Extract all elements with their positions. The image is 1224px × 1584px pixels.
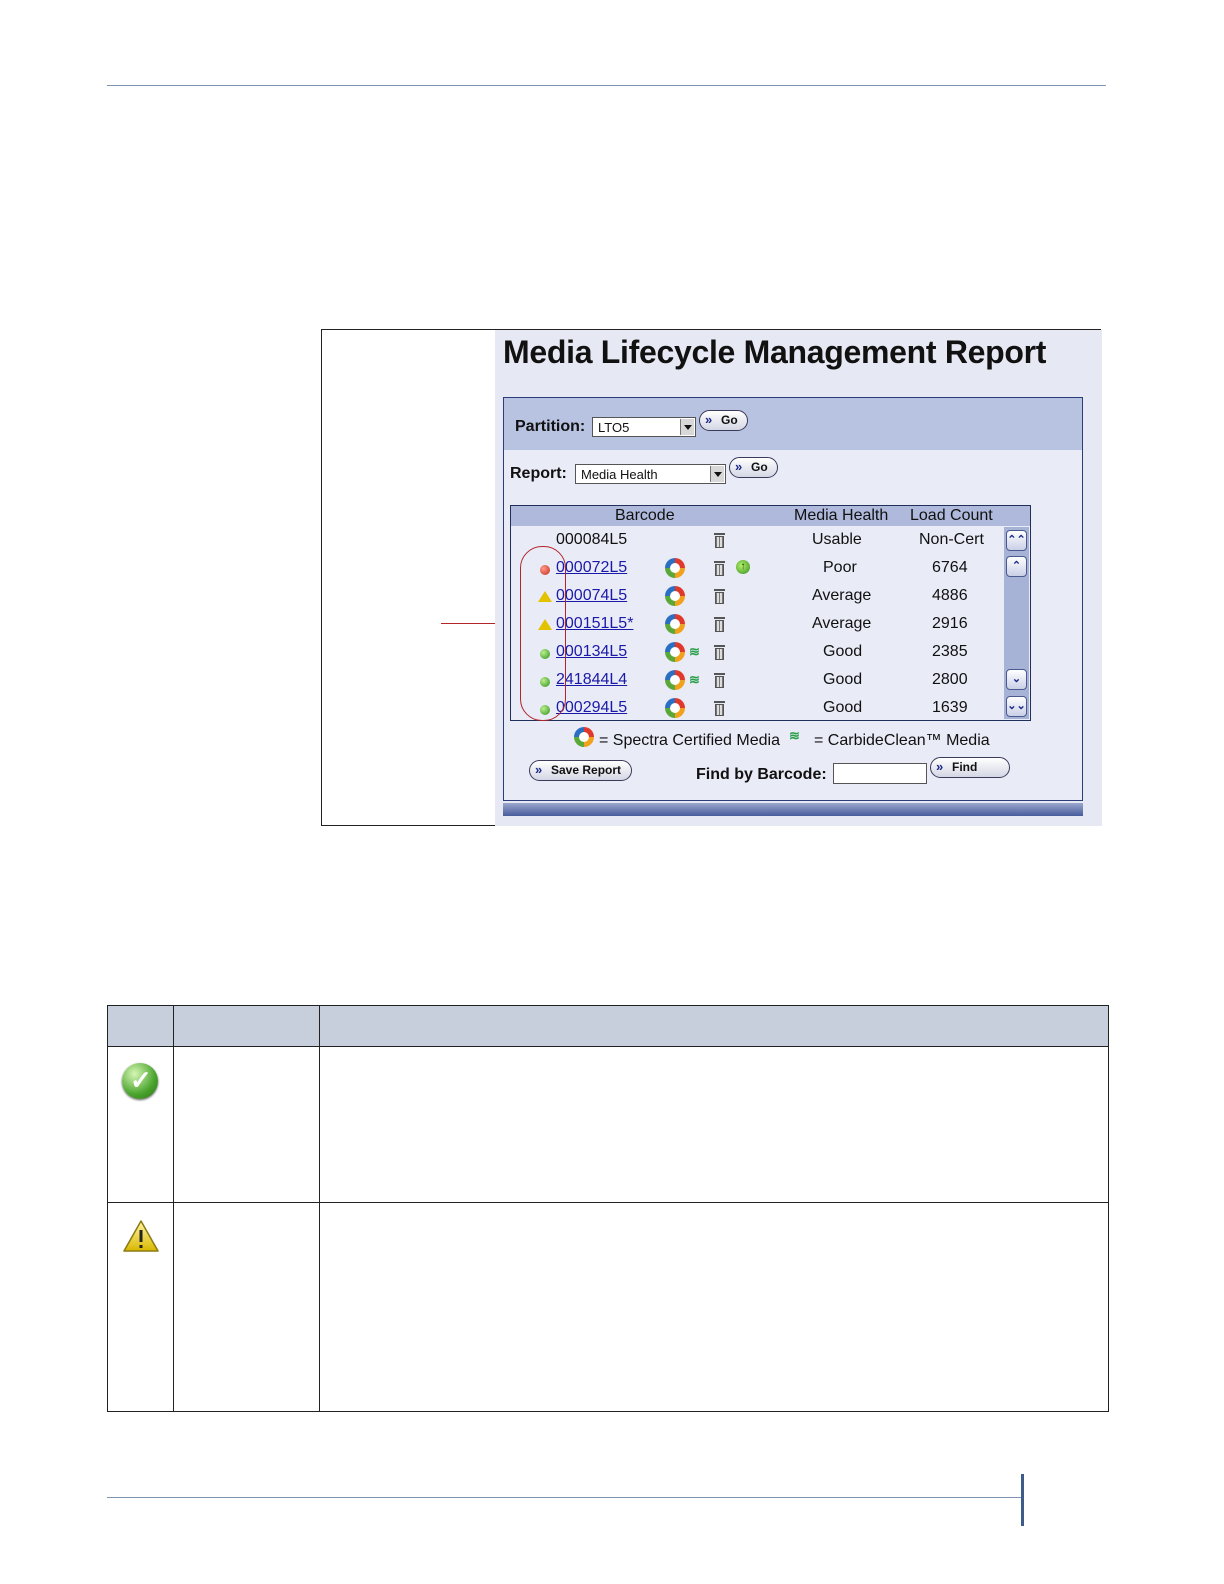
status-icon-table	[107, 1005, 1109, 1412]
trash-icon[interactable]	[714, 561, 725, 576]
scroll-top-button[interactable]: ⌃⌃	[1006, 530, 1027, 551]
status-highlight-oval	[520, 546, 566, 721]
check-icon: ✓	[122, 1063, 158, 1099]
partition-value: LTO5	[598, 420, 630, 435]
double-chevron-icon: »	[735, 459, 743, 474]
media-health-cell: Average	[812, 615, 872, 632]
partition-select[interactable]: LTO5	[592, 417, 696, 437]
barcode-cell[interactable]: 000134L5	[556, 643, 627, 661]
certified-media-icon	[665, 642, 685, 662]
scroll-up-button[interactable]: ⌃	[1006, 556, 1027, 577]
trash-icon[interactable]	[714, 617, 725, 632]
load-count-cell: 2800	[932, 671, 968, 688]
barcode-cell: 000084L5	[556, 531, 628, 548]
scroll-bottom-button[interactable]: ⌄⌄	[1006, 696, 1027, 717]
carbideclean-icon: ≋	[789, 728, 800, 743]
trash-icon[interactable]	[714, 645, 725, 660]
dropdown-arrow-icon	[710, 466, 724, 482]
scroll-down-button[interactable]: ⌄	[1006, 669, 1027, 690]
header-rule	[107, 85, 1106, 86]
double-chevron-icon: »	[936, 759, 944, 774]
certified-media-icon	[665, 614, 685, 634]
media-health-cell: Good	[823, 699, 863, 716]
load-count-cell: 2385	[932, 643, 968, 660]
find-label: Find	[952, 760, 978, 774]
carbideclean-icon: ≋	[689, 644, 700, 659]
footer-rule	[107, 1497, 1021, 1498]
media-health-cell: Good	[823, 671, 863, 688]
barcode-search-input[interactable]	[833, 763, 927, 784]
trash-icon[interactable]	[714, 589, 725, 604]
status-table-header	[108, 1006, 1108, 1047]
find-by-barcode-label: Find by Barcode:	[696, 766, 827, 783]
footer-rule-tick	[1021, 1474, 1024, 1526]
barcode-cell[interactable]: 241844L4	[556, 671, 627, 689]
arrow-up-icon[interactable]: ↑	[736, 560, 750, 574]
legend-carbide: = CarbideClean™ Media	[814, 732, 990, 749]
table-row-divider	[108, 1202, 1108, 1203]
report-footer-bar	[503, 803, 1083, 816]
double-chevron-icon: »	[705, 412, 713, 427]
carbideclean-icon: ≋	[689, 672, 700, 687]
trash-icon[interactable]	[714, 533, 725, 548]
barcode-cell[interactable]: 000294L5	[556, 699, 627, 717]
legend-certified: = Spectra Certified Media	[599, 732, 780, 749]
column-barcode: Barcode	[615, 507, 675, 524]
certified-media-icon	[665, 558, 685, 578]
certified-media-icon	[574, 727, 594, 747]
warning-icon	[122, 1218, 160, 1254]
find-button[interactable]: » Find	[930, 757, 1010, 778]
report-label: Report:	[510, 465, 567, 482]
load-count-cell: Non-Cert	[919, 531, 984, 548]
go-label: Go	[721, 413, 738, 427]
barcode-cell[interactable]: 000072L5	[556, 559, 627, 577]
save-report-label: Save Report	[551, 763, 622, 777]
load-count-cell: 6764	[932, 559, 968, 576]
certified-media-icon	[665, 698, 685, 718]
barcode-cell[interactable]: 000151L5*	[556, 615, 633, 633]
dropdown-arrow-icon	[680, 419, 694, 435]
media-health-cell: Good	[823, 643, 863, 660]
column-media-health: Media Health	[794, 507, 889, 524]
certified-media-icon	[665, 670, 685, 690]
double-chevron-icon: »	[535, 762, 543, 777]
table-divider	[173, 1006, 174, 1411]
load-count-cell: 1639	[932, 699, 968, 716]
partition-label: Partition:	[515, 418, 586, 435]
partition-go-button[interactable]: » Go	[699, 410, 748, 431]
table-divider	[319, 1006, 320, 1411]
certified-media-icon	[665, 586, 685, 606]
trash-icon[interactable]	[714, 673, 725, 688]
barcode-cell[interactable]: 000074L5	[556, 587, 627, 605]
media-health-cell: Poor	[823, 559, 857, 576]
load-count-cell: 4886	[932, 587, 968, 604]
go-label: Go	[751, 460, 768, 474]
column-load-count: Load Count	[910, 507, 993, 524]
save-report-button[interactable]: » Save Report	[529, 760, 632, 781]
media-health-cell: Usable	[812, 531, 862, 548]
report-go-button[interactable]: » Go	[729, 457, 778, 478]
media-health-cell: Average	[812, 587, 872, 604]
trash-icon[interactable]	[714, 701, 725, 716]
report-title: Media Lifecycle Management Report	[503, 334, 1047, 370]
report-value: Media Health	[581, 467, 658, 482]
report-select[interactable]: Media Health	[575, 464, 726, 484]
partition-bar	[504, 398, 1082, 450]
load-count-cell: 2916	[932, 615, 968, 632]
